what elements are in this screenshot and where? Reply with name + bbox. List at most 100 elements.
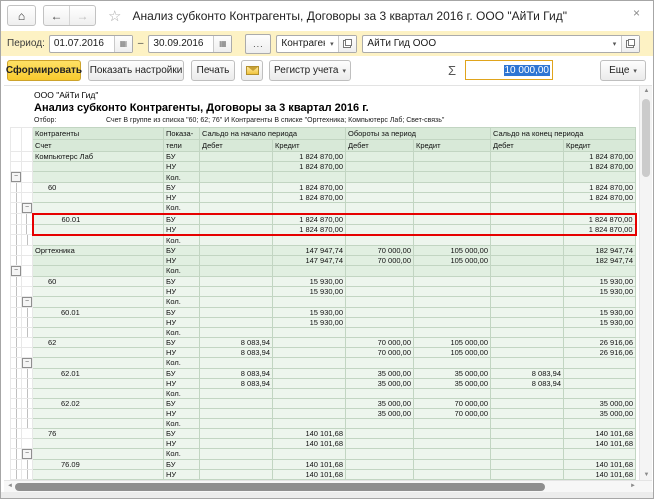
cell-value[interactable] bbox=[346, 265, 414, 276]
cell-value[interactable]: 1 824 870,00 bbox=[273, 214, 346, 225]
cell-value[interactable] bbox=[491, 235, 564, 246]
collapse-group-button[interactable]: − bbox=[11, 266, 21, 276]
cell-value[interactable] bbox=[200, 183, 273, 193]
cell-indicator[interactable]: НУ bbox=[164, 378, 200, 388]
cell-account[interactable] bbox=[33, 172, 164, 183]
cell-value[interactable] bbox=[346, 224, 414, 235]
cell-value[interactable]: 105 000,00 bbox=[414, 347, 491, 357]
cell-value[interactable] bbox=[346, 388, 414, 398]
date-from-field[interactable]: 01.07.2016 ▦ bbox=[49, 35, 133, 53]
cell-value[interactable] bbox=[273, 388, 346, 398]
collapse-group-button[interactable]: − bbox=[22, 358, 32, 368]
cell-value[interactable]: 140 101,68 bbox=[273, 438, 346, 448]
cell-indicator[interactable]: Кол. bbox=[164, 296, 200, 307]
cell-indicator[interactable]: НУ bbox=[164, 469, 200, 479]
cell-indicator[interactable]: БУ bbox=[164, 428, 200, 438]
cell-indicator[interactable]: НУ bbox=[164, 347, 200, 357]
cell-value[interactable] bbox=[414, 418, 491, 428]
choose-button[interactable] bbox=[621, 36, 639, 52]
cell-value[interactable] bbox=[346, 193, 414, 203]
cell-account[interactable] bbox=[33, 235, 164, 246]
cell-indicator[interactable]: Кол. bbox=[164, 357, 200, 368]
settings-button[interactable]: Показать настройки bbox=[88, 60, 184, 81]
cell-value[interactable] bbox=[273, 418, 346, 428]
cell-account[interactable]: 76.09 bbox=[33, 459, 164, 469]
cell-indicator[interactable]: БУ bbox=[164, 337, 200, 347]
cell-value[interactable] bbox=[200, 327, 273, 337]
cell-value[interactable]: 35 000,00 bbox=[564, 408, 636, 418]
calendar-button[interactable]: ▦ bbox=[213, 36, 231, 52]
cell-account[interactable] bbox=[33, 286, 164, 296]
cell-value[interactable] bbox=[200, 245, 273, 255]
cell-value[interactable] bbox=[200, 357, 273, 368]
cell-value[interactable] bbox=[414, 317, 491, 327]
collapse-group-button[interactable]: − bbox=[22, 449, 32, 459]
cell-value[interactable]: 140 101,68 bbox=[564, 459, 636, 469]
cell-value[interactable]: 1 824 870,00 bbox=[564, 224, 636, 235]
cell-account[interactable]: Компьютерс Лаб bbox=[33, 152, 164, 162]
back-button[interactable]: ← bbox=[44, 6, 70, 25]
cell-value[interactable]: 15 930,00 bbox=[273, 276, 346, 286]
cell-value[interactable] bbox=[273, 172, 346, 183]
cell-value[interactable] bbox=[200, 459, 273, 469]
cell-value[interactable] bbox=[491, 276, 564, 286]
cell-value[interactable]: 70 000,00 bbox=[346, 245, 414, 255]
cell-indicator[interactable]: Кол. bbox=[164, 388, 200, 398]
cell-value[interactable]: 8 083,94 bbox=[491, 368, 564, 378]
cell-value[interactable]: 8 083,94 bbox=[200, 368, 273, 378]
close-icon[interactable]: × bbox=[633, 6, 640, 20]
cell-value[interactable] bbox=[491, 357, 564, 368]
cell-value[interactable]: 35 000,00 bbox=[346, 408, 414, 418]
cell-account[interactable] bbox=[33, 162, 164, 172]
cell-value[interactable] bbox=[491, 307, 564, 317]
cell-indicator[interactable]: Кол. bbox=[164, 327, 200, 337]
collapse-group-button[interactable]: − bbox=[22, 203, 32, 213]
cell-value[interactable] bbox=[414, 448, 491, 459]
cell-value[interactable]: 147 947,74 bbox=[273, 245, 346, 255]
cell-value[interactable] bbox=[414, 152, 491, 162]
cell-account[interactable]: 62.02 bbox=[33, 398, 164, 408]
cell-account[interactable]: 60.01 bbox=[33, 307, 164, 317]
cell-value[interactable] bbox=[564, 418, 636, 428]
cell-value[interactable]: 1 824 870,00 bbox=[564, 214, 636, 225]
cell-account[interactable] bbox=[33, 448, 164, 459]
cell-value[interactable]: 140 101,68 bbox=[273, 459, 346, 469]
cell-value[interactable] bbox=[200, 418, 273, 428]
cell-value[interactable] bbox=[414, 286, 491, 296]
cell-value[interactable]: 1 824 870,00 bbox=[273, 224, 346, 235]
cell-value[interactable] bbox=[491, 296, 564, 307]
cell-value[interactable] bbox=[346, 286, 414, 296]
cell-value[interactable]: 1 824 870,00 bbox=[273, 183, 346, 193]
cell-value[interactable] bbox=[346, 448, 414, 459]
cell-value[interactable]: 15 930,00 bbox=[564, 286, 636, 296]
scroll-down-icon[interactable]: ▼ bbox=[640, 472, 653, 478]
cell-indicator[interactable]: Кол. bbox=[164, 448, 200, 459]
cell-value[interactable] bbox=[491, 245, 564, 255]
cell-value[interactable] bbox=[200, 193, 273, 203]
cell-value[interactable] bbox=[346, 459, 414, 469]
date-to-field[interactable]: 30.09.2016 ▦ bbox=[148, 35, 232, 53]
cell-value[interactable]: 8 083,94 bbox=[200, 337, 273, 347]
cell-value[interactable] bbox=[414, 203, 491, 214]
cell-value[interactable] bbox=[491, 398, 564, 408]
cell-value[interactable] bbox=[491, 214, 564, 225]
cell-value[interactable] bbox=[414, 469, 491, 479]
chevron-down-icon[interactable]: ▾ bbox=[608, 40, 621, 48]
cell-value[interactable]: 70 000,00 bbox=[346, 347, 414, 357]
cell-value[interactable] bbox=[273, 368, 346, 378]
cell-value[interactable] bbox=[414, 276, 491, 286]
cell-value[interactable]: 1 824 870,00 bbox=[564, 183, 636, 193]
cell-value[interactable]: 35 000,00 bbox=[414, 368, 491, 378]
cell-value[interactable] bbox=[200, 438, 273, 448]
cell-value[interactable]: 8 083,94 bbox=[200, 347, 273, 357]
cell-account[interactable] bbox=[33, 438, 164, 448]
sum-input[interactable]: 10 000,00 bbox=[465, 60, 553, 80]
scroll-right-icon[interactable]: ► bbox=[630, 483, 636, 489]
favorite-star-icon[interactable]: ☆ bbox=[108, 7, 121, 25]
cell-value[interactable] bbox=[564, 235, 636, 246]
cell-value[interactable] bbox=[200, 255, 273, 265]
choose-button[interactable] bbox=[338, 36, 356, 52]
cell-value[interactable] bbox=[491, 255, 564, 265]
cell-value[interactable]: 105 000,00 bbox=[414, 245, 491, 255]
cell-value[interactable] bbox=[491, 183, 564, 193]
